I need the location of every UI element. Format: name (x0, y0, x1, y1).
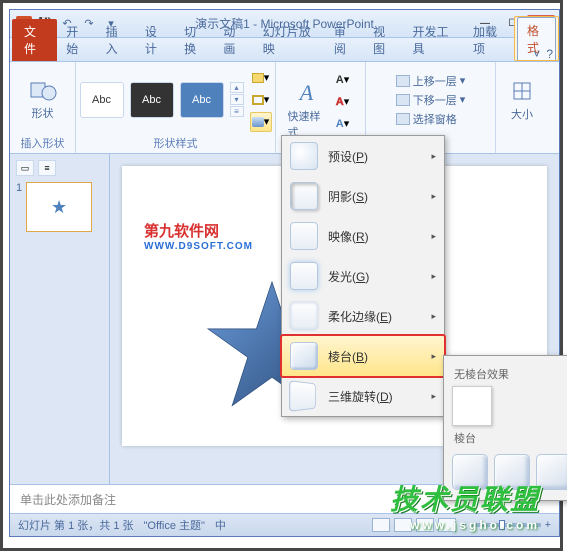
bevel-option-3[interactable] (536, 454, 567, 490)
style-gallery-expand[interactable]: ≡ (230, 106, 244, 117)
effects-glow[interactable]: 发光(G) ▸ (282, 256, 444, 296)
tab-addins[interactable]: 加载项 (464, 19, 514, 61)
bevel-heading: 棱台 (452, 426, 567, 450)
effects-shadow[interactable]: 阴影(S) ▸ (282, 176, 444, 216)
shapes-label: 形状 (32, 105, 54, 121)
effects-soft-edges[interactable]: 柔化边缘(E) ▸ (282, 296, 444, 336)
chevron-right-icon: ▸ (431, 191, 436, 202)
group-insert-shapes-label: 插入形状 (21, 133, 65, 151)
glow-icon (290, 262, 318, 290)
effects-bevel[interactable]: 棱台(B) ▸ (281, 335, 445, 377)
tab-slideshow[interactable]: 幻灯片放映 (254, 19, 325, 61)
chevron-right-icon: ▸ (431, 351, 436, 362)
slides-tab[interactable]: ▭ (16, 160, 34, 176)
no-bevel-heading: 无棱台效果 (452, 362, 567, 386)
star-icon: ★ (51, 197, 67, 218)
bring-forward-button[interactable]: 上移一层 ▾ (396, 73, 466, 89)
shape-outline-button[interactable]: ▾ (250, 90, 272, 110)
shape-effects-menu: 预设(P) ▸ 阴影(S) ▸ 映像(R) ▸ 发光(G) ▸ 柔化边缘(E) … (281, 135, 445, 417)
selection-pane-button[interactable]: 选择窗格 (396, 111, 466, 127)
shape-effects-button[interactable]: ▾ (250, 112, 272, 132)
watermark: 第九软件网 WWW.D9SOFT.COM (144, 220, 253, 252)
effects-preset[interactable]: 预设(P) ▸ (282, 136, 444, 176)
tab-home[interactable]: 开始 (57, 19, 96, 61)
style-scroll-down[interactable]: ▾ (230, 94, 244, 105)
size-button[interactable]: 大小 (508, 80, 536, 124)
send-backward-icon (396, 94, 410, 106)
shadow-icon (290, 182, 318, 210)
bevel-icon (290, 342, 318, 370)
chevron-right-icon: ▸ (431, 271, 436, 282)
slide-thumbnail-1[interactable]: ★ (26, 182, 92, 232)
tab-insert[interactable]: 插入 (97, 19, 136, 61)
preset-icon (290, 142, 318, 170)
text-outline-button[interactable]: A▾ (332, 92, 354, 112)
thumb-number: 1 (16, 182, 22, 194)
tab-view[interactable]: 视图 (364, 19, 403, 61)
effects-reflection[interactable]: 映像(R) ▸ (282, 216, 444, 256)
shape-fill-button[interactable]: ▾ (250, 68, 272, 88)
shape-style-3[interactable]: Abc (180, 82, 224, 118)
text-effects-button[interactable]: A▾ (332, 114, 354, 134)
soft-edges-icon (290, 302, 318, 330)
slide-counter: 幻灯片 第 1 张，共 1 张 (18, 517, 134, 533)
chevron-right-icon: ▸ (431, 311, 436, 322)
reflection-icon (290, 222, 318, 250)
tab-design[interactable]: 设计 (136, 19, 175, 61)
insert-shapes-button[interactable]: 形状 (26, 78, 60, 122)
chevron-right-icon: ▸ (431, 151, 436, 162)
tab-review[interactable]: 审阅 (325, 19, 364, 61)
quick-styles-button[interactable]: A 快速样式 (288, 80, 326, 124)
effects-3d-rotation[interactable]: 三维旋转(D) ▸ (282, 376, 444, 416)
selection-pane-icon (396, 113, 410, 125)
normal-view-button[interactable] (372, 518, 390, 532)
shape-style-2[interactable]: Abc (130, 82, 174, 118)
shape-style-1[interactable]: Abc (80, 82, 124, 118)
send-backward-button[interactable]: 下移一层 ▾ (396, 92, 466, 108)
wordart-icon: A (300, 80, 313, 106)
no-bevel-option[interactable] (452, 386, 492, 426)
outline-tab[interactable]: ≡ (38, 160, 56, 176)
help-icon[interactable]: ? (546, 47, 553, 61)
chevron-right-icon: ▸ (431, 391, 436, 402)
size-icon-glyph (511, 80, 533, 104)
slide-thumbnails-panel: ▭ ≡ 1 ★ (10, 154, 110, 484)
tab-developer[interactable]: 开发工具 (403, 19, 464, 61)
style-scroll-up[interactable]: ▴ (230, 82, 244, 93)
tab-file[interactable]: 文件 (12, 19, 57, 61)
tab-animation[interactable]: 动画 (214, 19, 253, 61)
group-shape-styles-label: 形状样式 (154, 133, 198, 151)
tab-transition[interactable]: 切换 (175, 19, 214, 61)
bring-forward-icon (396, 75, 410, 87)
overlay-brand: 技术员联盟 www.jsgho.com (390, 478, 540, 532)
chevron-right-icon: ▸ (431, 231, 436, 242)
ribbon-minimize-icon[interactable]: ˅ (533, 47, 540, 61)
zoom-in-button[interactable]: + (545, 519, 551, 531)
rotation-3d-icon (289, 380, 316, 412)
language-indicator[interactable]: 中 (215, 517, 226, 533)
theme-name: "Office 主题" (144, 517, 205, 533)
text-fill-button[interactable]: A▾ (332, 70, 354, 90)
ribbon-tabs: 文件 开始 插入 设计 切换 动画 幻灯片放映 审阅 视图 开发工具 加载项 格… (10, 38, 559, 62)
